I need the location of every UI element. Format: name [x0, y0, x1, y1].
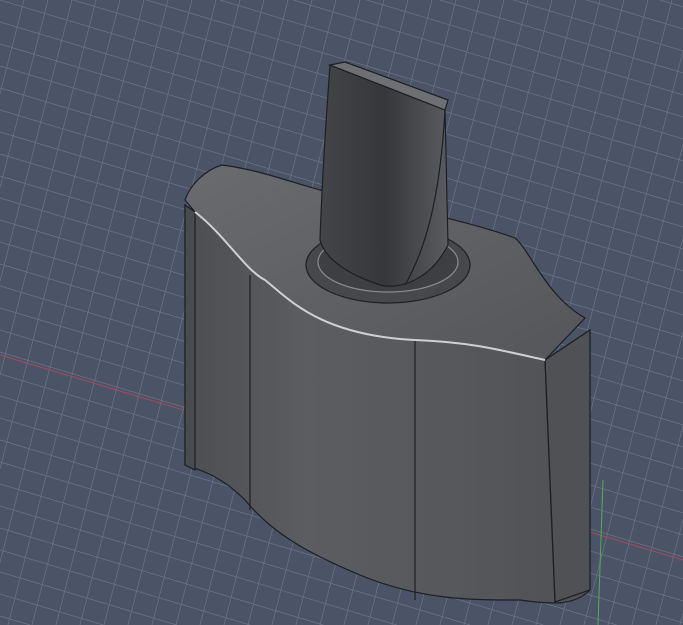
cad-viewport[interactable] [0, 0, 683, 625]
model-left-face [184, 203, 196, 471]
viewport-canvas[interactable] [0, 0, 683, 625]
